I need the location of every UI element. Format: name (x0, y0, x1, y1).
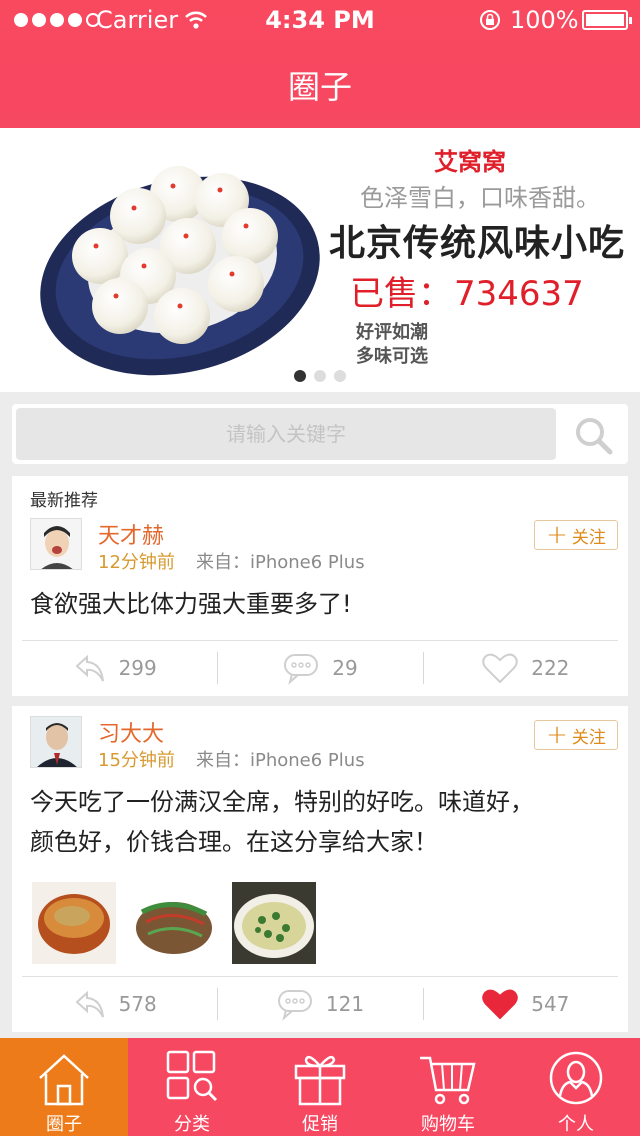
comment-button[interactable]: 121 (217, 976, 422, 1032)
post-text-line-2: 颜色好，价钱合理。在这分享给大家！ (30, 828, 438, 856)
battery-percent: 100% (510, 6, 579, 34)
food-plate-image (40, 166, 320, 376)
follow-button[interactable]: + 关注 (534, 720, 618, 750)
comment-icon (284, 654, 319, 685)
post-image[interactable] (132, 882, 216, 964)
banner-line-1: 好评如潮 (356, 322, 428, 343)
repost-icon (75, 654, 104, 682)
banner-sold: 已售：734637 (350, 266, 584, 315)
tab-bar: 圈子 分类 促销 购物车 个人 (0, 1038, 640, 1136)
tab-promotion[interactable]: 促销 (256, 1038, 384, 1136)
banner-line-2: 多味可选 (356, 346, 428, 367)
avatar[interactable] (30, 716, 82, 768)
post-text: 食欲强大比体力强大重要多了! (30, 590, 352, 618)
plus-icon: + (546, 720, 568, 750)
promo-banner[interactable]: 艾窝窝 色泽雪白，口味香甜。 北京传统风味小吃 已售：734637 好评如潮 多… (0, 128, 640, 392)
follow-label: 关注 (571, 727, 606, 748)
banner-headline: 北京传统风味小吃 (328, 223, 625, 264)
page-title: 圈子 (287, 68, 352, 106)
tab-label: 购物车 (421, 1114, 475, 1135)
post-image[interactable] (32, 882, 116, 964)
repost-button[interactable]: 299 (12, 640, 217, 696)
like-button[interactable]: 547 (422, 976, 628, 1032)
comment-icon (277, 990, 312, 1021)
carousel-dot[interactable] (334, 370, 346, 382)
home-icon (39, 1054, 89, 1106)
tab-category[interactable]: 分类 (128, 1038, 256, 1136)
repost-count: 578 (118, 992, 157, 1016)
plus-icon: + (546, 520, 568, 550)
like-button[interactable]: 222 (422, 640, 628, 696)
post-author[interactable]: 天才赫 (98, 518, 164, 550)
tab-label: 分类 (174, 1114, 210, 1135)
follow-label: 关注 (571, 527, 606, 548)
post-actions: 578 121 547 (12, 976, 628, 1032)
tab-label: 圈子 (46, 1114, 82, 1135)
section-title: 最新推荐 (30, 491, 98, 511)
heart-filled-icon (482, 989, 518, 1020)
header: Carrier 4:34 PM 100% 圈子 (0, 0, 640, 128)
gift-icon (294, 1055, 346, 1106)
banner-brand: 艾窝窝 (434, 148, 506, 176)
tab-circle[interactable]: 圈子 (0, 1038, 128, 1136)
tab-label: 促销 (302, 1114, 338, 1135)
search-icon (576, 418, 613, 455)
repost-button[interactable]: 578 (12, 976, 217, 1032)
like-count: 547 (531, 992, 570, 1016)
search-bar (12, 404, 628, 464)
tab-label: 个人 (558, 1114, 594, 1135)
tab-profile[interactable]: 个人 (512, 1038, 640, 1136)
search-input[interactable] (16, 408, 556, 460)
avatar[interactable] (30, 518, 82, 570)
post-card: 最新推荐 天才赫 12分钟前 来自：iPhone6 Plus + 关注 食欲强大… (12, 476, 628, 696)
sold-label: 已售： (350, 274, 452, 314)
repost-icon (75, 990, 104, 1018)
sold-count: 734637 (454, 274, 584, 314)
post-card: 习大大 15分钟前 来自：iPhone6 Plus + 关注 今天吃了一份满汉全… (12, 706, 628, 1032)
like-count: 222 (531, 656, 570, 680)
carousel-dot[interactable] (294, 370, 306, 382)
post-time: 15分钟前 (98, 750, 175, 771)
rotation-lock-icon (478, 8, 502, 38)
post-image[interactable] (232, 882, 316, 964)
follow-button[interactable]: + 关注 (534, 520, 618, 550)
comment-button[interactable]: 29 (217, 640, 422, 696)
category-icon (166, 1050, 218, 1102)
comment-count: 29 (332, 656, 358, 680)
post-source: 来自：iPhone6 Plus (196, 552, 365, 573)
cart-icon (420, 1056, 476, 1105)
post-source: 来自：iPhone6 Plus (196, 750, 365, 771)
comment-count: 121 (325, 992, 365, 1016)
status-bar: Carrier 4:34 PM 100% (0, 0, 640, 40)
post-author[interactable]: 习大大 (98, 716, 164, 748)
repost-count: 299 (118, 656, 157, 680)
post-actions: 299 29 222 (12, 640, 628, 696)
tab-cart[interactable]: 购物车 (384, 1038, 512, 1136)
search-button[interactable] (568, 412, 620, 458)
battery-icon (582, 10, 632, 30)
post-time: 12分钟前 (98, 552, 175, 573)
banner-slogan: 色泽雪白，口味香甜。 (360, 184, 600, 212)
user-icon (549, 1051, 603, 1105)
post-text-line-1: 今天吃了一份满汉全席，特别的好吃。味道好， (30, 788, 534, 816)
carousel-dots (0, 370, 640, 382)
carousel-dot[interactable] (314, 370, 326, 382)
heart-icon (482, 653, 518, 684)
